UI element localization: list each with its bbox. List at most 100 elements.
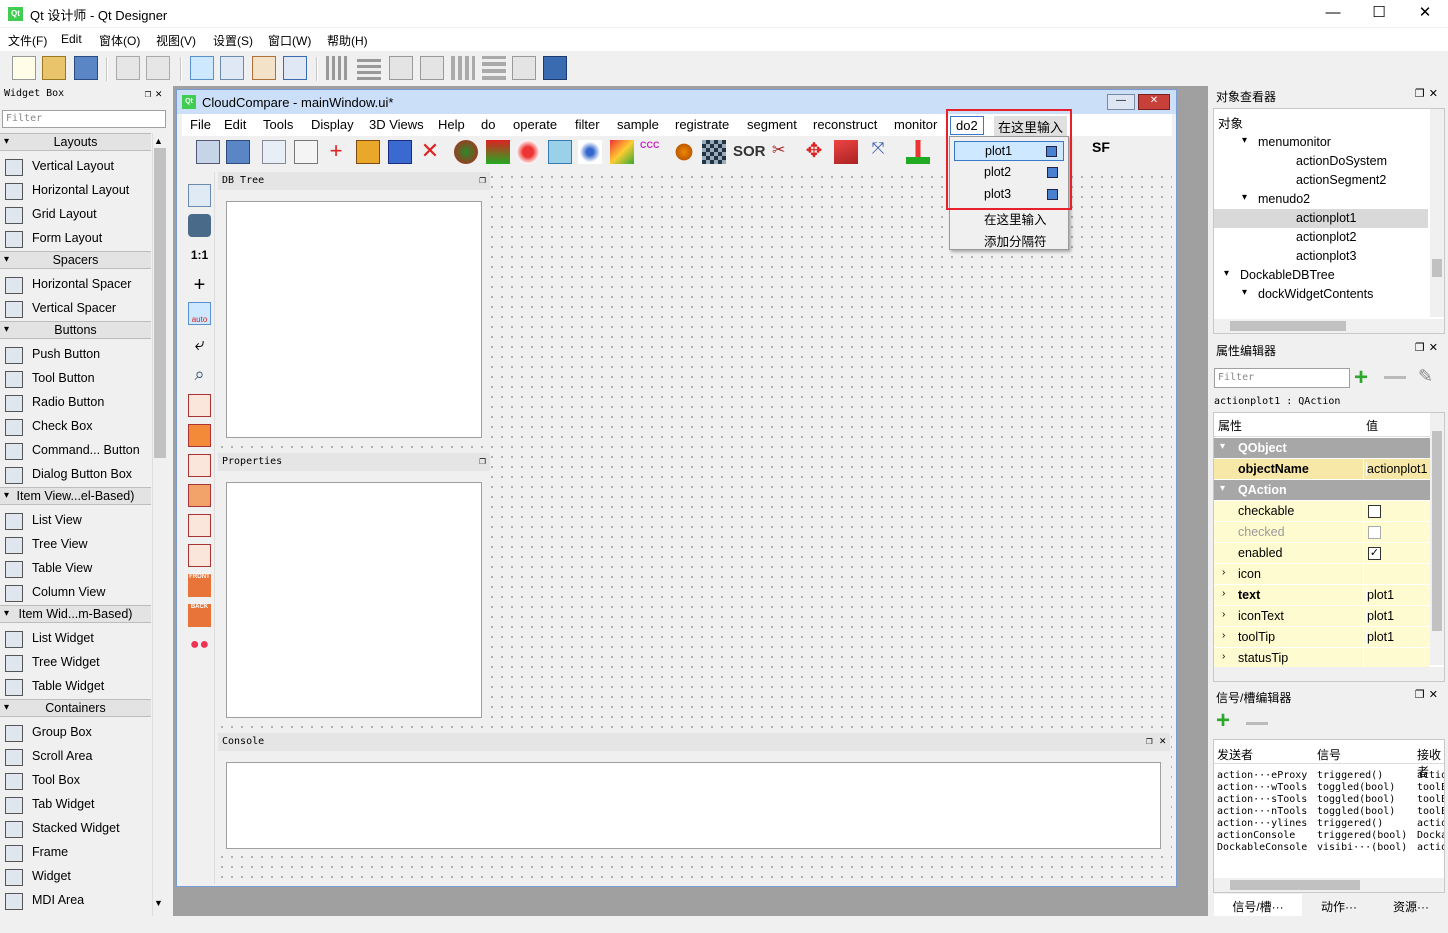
object-tree-row[interactable]: actionSegment2 <box>1214 171 1428 190</box>
sphere-icon[interactable] <box>516 140 540 164</box>
widget-item[interactable]: Stacked Widget <box>0 817 151 841</box>
db-tree-view[interactable] <box>226 201 482 438</box>
pick-icon[interactable] <box>262 140 286 164</box>
break-layout-icon[interactable] <box>512 56 536 80</box>
widget-item[interactable]: Dialog Button Box <box>0 463 151 487</box>
widget-item[interactable]: Grid Layout <box>0 203 151 227</box>
edit-buddies-icon[interactable] <box>252 56 276 80</box>
widget-item[interactable]: Radio Button <box>0 391 151 415</box>
vertical-layout-icon[interactable] <box>357 56 381 80</box>
form-menu-sample[interactable]: sample <box>617 117 659 132</box>
panel-float-close-icon[interactable]: ❐✕ <box>1415 688 1442 701</box>
menu-view[interactable]: 视图(V) <box>156 32 196 49</box>
form-menu-display[interactable]: Display <box>311 117 354 132</box>
scissors-icon[interactable]: ✂ <box>772 140 796 164</box>
cloud-icon[interactable] <box>548 140 572 164</box>
widget-item[interactable]: Tool Button <box>0 367 151 391</box>
connection-row[interactable]: DockableConsole visibi···(bool) actio <box>1214 842 1444 861</box>
form-minimize-button[interactable]: — <box>1107 94 1135 110</box>
object-tree-row[interactable]: actionplot1 <box>1214 209 1428 228</box>
left-view-icon[interactable] <box>188 454 211 477</box>
new-file-icon[interactable] <box>12 56 36 80</box>
object-tree-row[interactable]: ▾ DockableDBTree <box>1214 266 1428 285</box>
edit-signals-icon[interactable] <box>220 56 244 80</box>
plus-red-icon[interactable]: + <box>324 140 348 164</box>
gradient-icon[interactable] <box>610 140 634 164</box>
checkable-checkbox[interactable] <box>1368 505 1381 518</box>
open-folder-icon[interactable] <box>42 56 66 80</box>
panel-float-close-icon[interactable]: ❐✕ <box>1415 341 1442 354</box>
normals-icon[interactable] <box>486 140 510 164</box>
configure-wrench-icon[interactable]: ✎ <box>1418 366 1433 387</box>
copy-icon[interactable] <box>116 56 140 80</box>
chevron-down-icon[interactable]: ▾ <box>1242 135 1247 146</box>
panel-float-close-icon[interactable]: ❐✕ <box>1415 87 1442 100</box>
add-connection-icon[interactable]: + <box>1216 707 1230 735</box>
chevron-right-icon[interactable]: › <box>1222 588 1225 599</box>
form-menu-reconstruct[interactable]: reconstruct <box>813 117 877 132</box>
object-tree-row[interactable]: ▾ dockWidgetContents <box>1214 285 1428 304</box>
segment-icon[interactable] <box>356 140 380 164</box>
remove-property-icon[interactable] <box>1384 376 1406 379</box>
chevron-down-icon[interactable]: ▾ <box>1224 268 1229 279</box>
widget-item[interactable]: Push Button <box>0 343 151 367</box>
form-menu-operate[interactable]: operate <box>513 117 557 132</box>
widget-item[interactable]: Scroll Area <box>0 745 151 769</box>
form-menu-segment[interactable]: segment <box>747 117 797 132</box>
grid-layout-icon[interactable] <box>451 56 475 80</box>
chevron-right-icon[interactable]: › <box>1222 609 1225 620</box>
menu-item-add-separator[interactable]: 添加分隔符 <box>954 229 1064 249</box>
widget-category[interactable]: ▾ Item Wid...m-Based) <box>0 605 151 623</box>
object-tree-row[interactable]: actionplot2 <box>1214 228 1428 247</box>
form-menu-do[interactable]: do <box>481 117 495 132</box>
prop-checked[interactable]: checked <box>1214 522 1430 543</box>
chevron-down-icon[interactable]: ▾ <box>1242 287 1247 298</box>
form-menu-monitor[interactable]: monitor <box>894 117 937 132</box>
edit-tab-order-icon[interactable] <box>283 56 307 80</box>
property-filter-input[interactable]: Filter <box>1214 368 1350 388</box>
widget-category[interactable]: ▾ Containers <box>0 699 151 717</box>
enabled-checkbox[interactable]: ✓ <box>1368 547 1381 560</box>
close-button[interactable]: ✕ <box>1402 0 1448 28</box>
move-icon[interactable]: ✥ <box>802 140 826 164</box>
menu-window[interactable]: 窗口(W) <box>268 32 311 49</box>
widget-item[interactable]: Form Layout <box>0 227 151 251</box>
crosshair-icon[interactable]: + <box>188 274 211 297</box>
ccc-icon[interactable]: CCC <box>640 140 664 164</box>
prop-checkable[interactable]: checkable <box>1214 501 1430 522</box>
prop-value[interactable]: plot1 <box>1366 630 1394 644</box>
object-tree-row[interactable]: ▾ menumonitor <box>1214 133 1428 152</box>
object-tree-hscroll-thumb[interactable] <box>1230 321 1346 331</box>
rotate-icon[interactable]: ⤶ <box>188 334 211 357</box>
widget-item[interactable]: Tree Widget <box>0 651 151 675</box>
console-view[interactable] <box>226 762 1161 849</box>
sor-icon[interactable]: SOR <box>733 140 766 164</box>
widget-category[interactable]: ▾ Buttons <box>0 321 151 339</box>
list-icon[interactable] <box>294 140 318 164</box>
form-menu-edit[interactable]: Edit <box>224 117 246 132</box>
widget-item[interactable]: Widget <box>0 865 151 889</box>
axis-icon[interactable]: ⤧ <box>866 140 890 164</box>
maximize-button[interactable]: ☐ <box>1356 0 1402 28</box>
form-layout-icon[interactable] <box>482 56 506 80</box>
right-view-icon[interactable] <box>188 514 211 537</box>
save-icon[interactable] <box>226 140 250 164</box>
widget-item[interactable]: Vertical Layout <box>0 155 151 179</box>
widget-item[interactable]: List View <box>0 509 151 533</box>
scroll-down-icon[interactable]: ▼ <box>154 898 163 908</box>
open-icon[interactable] <box>196 140 220 164</box>
widget-item[interactable]: Group Box <box>0 721 151 745</box>
menu-form[interactable]: 窗体(O) <box>99 32 140 49</box>
horizontal-layout-icon[interactable] <box>326 56 350 80</box>
zoom-1to1-icon[interactable]: 1:1 <box>188 244 211 267</box>
sample-icon[interactable] <box>454 140 478 164</box>
back-view-icon[interactable] <box>188 484 211 507</box>
zoom-icon[interactable]: ⌕ <box>188 364 211 387</box>
connections-hscroll-thumb[interactable] <box>1230 880 1360 890</box>
tab-actions[interactable]: 动作··· <box>1304 894 1374 916</box>
translate-icon[interactable] <box>388 140 412 164</box>
form-menu-registrate[interactable]: registrate <box>675 117 729 132</box>
float-icon[interactable]: ❐ <box>479 454 486 467</box>
chevron-right-icon[interactable]: › <box>1222 567 1225 578</box>
prop-row[interactable]: › toolTip plot1 <box>1214 627 1430 648</box>
